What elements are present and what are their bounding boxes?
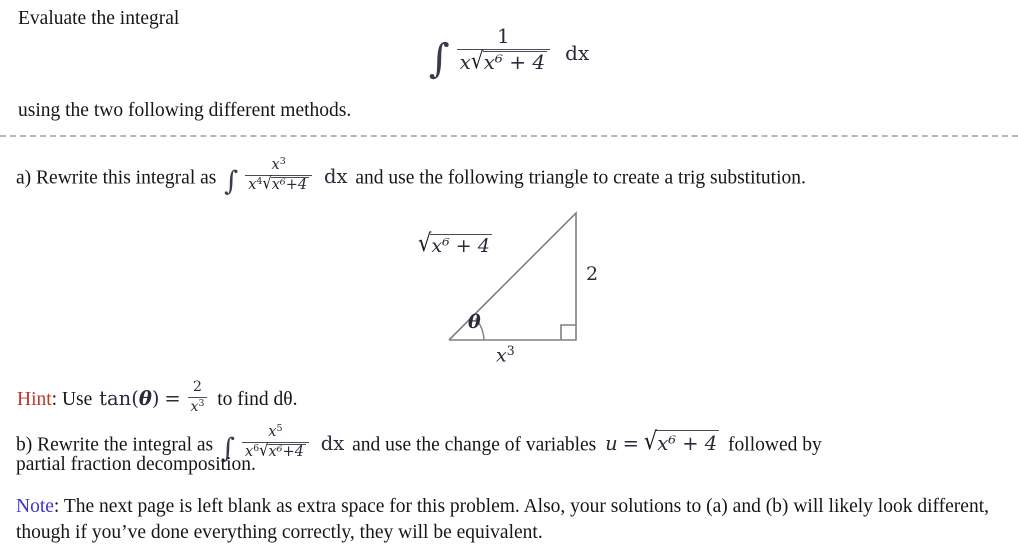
part-b-substitution: u = √x⁶ + 4 bbox=[605, 427, 720, 456]
integral-symbol: ∫ bbox=[224, 165, 239, 197]
integral-fraction: x3 x4√x⁶+4 bbox=[245, 156, 313, 194]
note-colon: : bbox=[53, 496, 60, 517]
integral-fraction: 1 x√x⁶ + 4 bbox=[456, 24, 551, 75]
fraction-denominator: x4√x⁶+4 bbox=[248, 174, 310, 194]
part-a-text-after: and use the following triangle to create… bbox=[355, 167, 806, 189]
radical-sign: √ bbox=[643, 427, 658, 456]
opposite-side-label: 2 bbox=[586, 263, 599, 285]
part-a-text-before: Rewrite this integral as bbox=[36, 167, 217, 189]
display-integral: ∫ 1 x√x⁶ + 4 dx bbox=[0, 24, 1018, 82]
part-a-line: a) Rewrite this integral as ∫ x3 x4√x⁶+4… bbox=[16, 156, 806, 197]
radical-sign: √ bbox=[259, 441, 269, 461]
differential-dx: dx bbox=[565, 40, 590, 65]
triangle-figure: √x⁶ + 4 2 x3 θ bbox=[404, 200, 634, 375]
radical: √x⁶+4 bbox=[262, 174, 310, 194]
denominator-variable: x bbox=[459, 50, 471, 75]
part-b-text-middle: and use the change of variables bbox=[352, 434, 597, 456]
radical: √x⁶ + 4 bbox=[418, 229, 492, 258]
radicand: x⁶ + 4 bbox=[656, 430, 720, 456]
radical: √x⁶ + 4 bbox=[470, 46, 548, 75]
worksheet-page: Evaluate the integral ∫ 1 x√x⁶ + 4 dx us… bbox=[0, 0, 1018, 559]
part-a-integral: ∫ x3 x4√x⁶+4 dx bbox=[224, 156, 348, 197]
fraction-numerator: 2 bbox=[192, 379, 202, 395]
radicand: x⁶ + 4 bbox=[430, 234, 492, 257]
hint-line: Hint: Use tan(θ) = 2 x3 to find dθ. bbox=[17, 379, 298, 415]
part-b-line2: partial fraction decomposition. bbox=[16, 454, 256, 475]
fraction-bar bbox=[241, 442, 309, 444]
fraction-denominator: x3 bbox=[190, 397, 205, 415]
hypotenuse-label: √x⁶ + 4 bbox=[418, 229, 492, 258]
hint-text-after: to find dθ. bbox=[217, 389, 298, 411]
note-line1: The next page is left blank as extra spa… bbox=[63, 496, 789, 517]
hint-keyword: Hint bbox=[17, 389, 52, 411]
radical-sign: √ bbox=[262, 174, 272, 194]
hint-fraction: 2 x3 bbox=[187, 379, 208, 415]
fraction-numerator: 1 bbox=[497, 24, 510, 48]
differential-dx: dx bbox=[323, 165, 348, 189]
radical-sign: √ bbox=[470, 46, 484, 75]
hint-text-before: Use bbox=[61, 389, 93, 411]
fraction-numerator: x3 bbox=[271, 156, 286, 173]
integral-symbol: ∫ bbox=[428, 35, 450, 82]
part-a-label: a) bbox=[16, 167, 32, 189]
hint-colon: : bbox=[51, 389, 58, 411]
radical: √x⁶ + 4 bbox=[643, 427, 720, 457]
adjacent-side-label: x3 bbox=[496, 343, 515, 367]
hint-equals: = bbox=[164, 387, 181, 411]
radical: √x⁶+4 bbox=[259, 441, 306, 461]
methods-line: using the two following different method… bbox=[18, 100, 352, 121]
fraction-numerator: x5 bbox=[268, 423, 283, 440]
radicand: x⁶ + 4 bbox=[482, 50, 548, 75]
part-b-text-after: followed by bbox=[728, 434, 822, 456]
note-keyword: Note bbox=[16, 496, 54, 517]
radicand: x⁶+4 bbox=[267, 444, 306, 461]
radicand: x⁶+4 bbox=[270, 177, 310, 194]
angle-theta-label: θ bbox=[468, 311, 481, 333]
right-angle-marker bbox=[560, 324, 576, 340]
fraction-denominator: x√x⁶ + 4 bbox=[457, 46, 551, 75]
radical-sign: √ bbox=[418, 229, 432, 257]
note-block: Note: The next page is left blank as ext… bbox=[16, 494, 1006, 546]
dashed-separator bbox=[0, 135, 1018, 137]
hint-function: tan(θ) bbox=[99, 387, 160, 411]
differential-dx: dx bbox=[320, 432, 345, 456]
